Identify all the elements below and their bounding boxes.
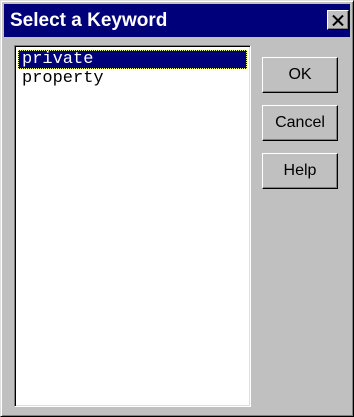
- list-item-property[interactable]: property: [18, 69, 247, 88]
- list-item-private[interactable]: private: [18, 50, 247, 69]
- title-bar[interactable]: Select a Keyword: [4, 4, 350, 37]
- close-button[interactable]: [327, 10, 349, 30]
- dialog-title: Select a Keyword: [10, 10, 168, 31]
- keyword-listbox[interactable]: private property: [14, 45, 251, 407]
- select-keyword-dialog: Select a Keyword private property OK Can…: [0, 0, 354, 417]
- close-icon: [332, 14, 344, 26]
- cancel-button[interactable]: Cancel: [262, 105, 338, 141]
- help-button[interactable]: Help: [262, 153, 338, 189]
- ok-button[interactable]: OK: [262, 57, 338, 93]
